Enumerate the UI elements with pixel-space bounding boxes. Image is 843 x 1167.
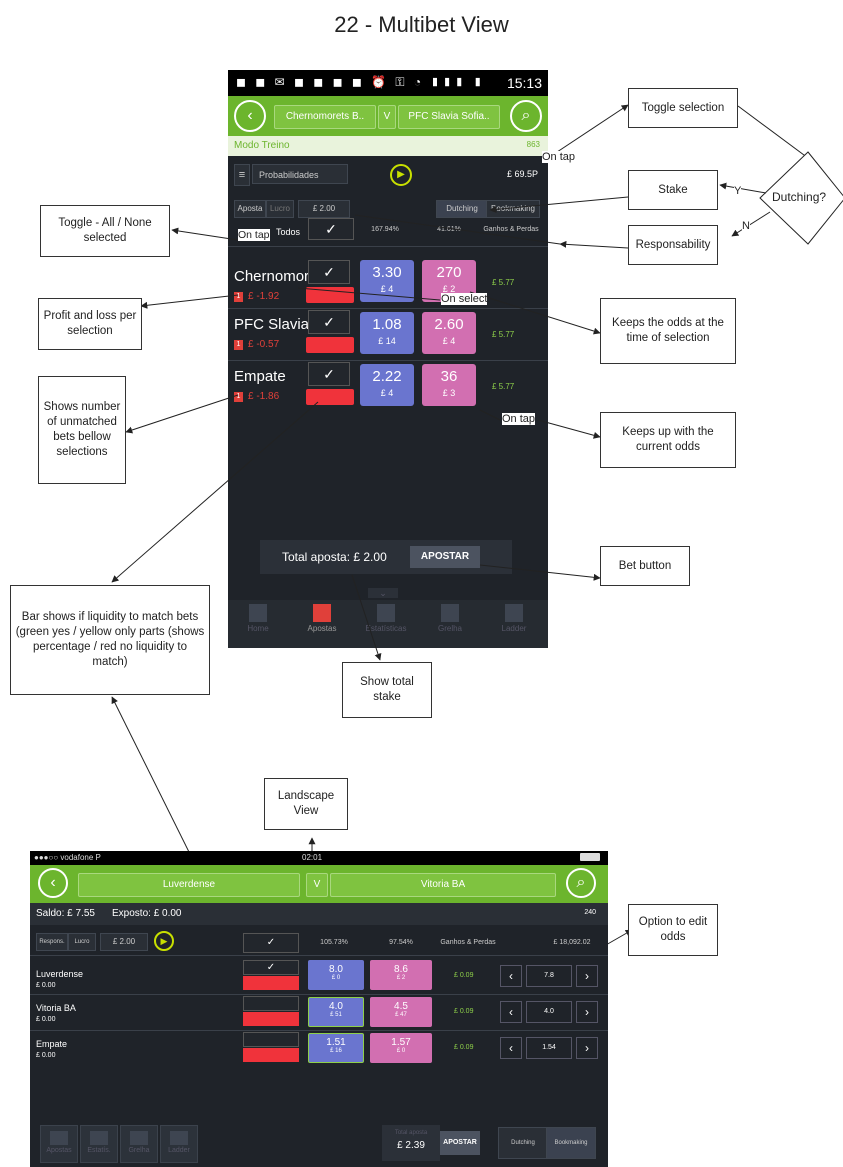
liquidity-bar bbox=[243, 1012, 299, 1026]
selection-checkbox[interactable] bbox=[243, 996, 299, 1011]
note-dutching-question: Dutching? bbox=[772, 190, 827, 204]
lay-percent: 97.54% bbox=[389, 939, 413, 946]
selection-checkbox[interactable] bbox=[243, 1032, 299, 1047]
note-landscape-view: Landscape View bbox=[264, 778, 348, 830]
note-unmatched-bets: Shows number of unmatched bets bellow se… bbox=[38, 376, 126, 484]
pl-header: Ganhos & Perdas bbox=[440, 939, 496, 946]
pl-value: £ 0.00 bbox=[36, 1016, 56, 1023]
tablet-time: 02:01 bbox=[302, 853, 323, 862]
note-on-tap-lay: On tap bbox=[502, 413, 536, 425]
note-bet-button: Bet button bbox=[600, 546, 690, 586]
selection-name: Vitoria BA bbox=[36, 1003, 76, 1013]
liquidity-bar bbox=[243, 976, 299, 990]
bet-button[interactable]: APOSTAR bbox=[440, 1131, 480, 1155]
note-edit-odds: Option to edit odds bbox=[628, 904, 718, 956]
increase-odds-icon[interactable]: › bbox=[576, 1001, 598, 1023]
nav-stats[interactable]: Estatís. bbox=[80, 1125, 118, 1163]
note-toggle-selection: Toggle selection bbox=[628, 88, 738, 128]
back-odds-button[interactable]: 8.0 £ 0 bbox=[308, 960, 364, 990]
timer-icon[interactable]: ▶ bbox=[154, 931, 174, 951]
nav-ladder[interactable]: Ladder bbox=[160, 1125, 198, 1163]
note-responsability: Responsability bbox=[628, 225, 718, 265]
decrease-odds-icon[interactable]: ‹ bbox=[500, 1037, 522, 1059]
tablet-total-box: Total aposta £ 2.39 bbox=[382, 1125, 440, 1161]
edit-odds-input[interactable]: 4.0 bbox=[526, 1001, 572, 1023]
nav-bets[interactable]: Apostas bbox=[40, 1125, 78, 1163]
decrease-odds-icon[interactable]: ‹ bbox=[500, 1001, 522, 1023]
saldo-label: Saldo: £ 7.55 bbox=[36, 908, 95, 919]
pl-value: £ 0.00 bbox=[36, 1052, 56, 1059]
back-odds-button[interactable]: 1.51 £ 16 bbox=[308, 1033, 364, 1063]
count-label: 240 bbox=[584, 909, 596, 916]
nav-grid[interactable]: Grelha bbox=[120, 1125, 158, 1163]
back-icon[interactable]: ‹ bbox=[38, 868, 68, 898]
note-total-stake: Show total stake bbox=[342, 662, 432, 718]
ladder-icon bbox=[170, 1131, 188, 1145]
total-label: Total aposta bbox=[394, 1130, 428, 1136]
note-on-tap-all: On tap bbox=[238, 229, 270, 241]
carrier-label: ●●●○○ vodafone P bbox=[34, 853, 101, 862]
note-n: N bbox=[742, 220, 750, 232]
tablet-match-header: ‹ Luverdense V Vitoria BA ⌕ bbox=[30, 865, 608, 903]
liquidity-bar bbox=[243, 1048, 299, 1062]
selection-name: Luverdense bbox=[36, 969, 84, 979]
note-y: Y bbox=[734, 185, 742, 197]
vs-label: V bbox=[306, 873, 328, 897]
lay-odds-button[interactable]: 8.6 £ 2 bbox=[370, 960, 432, 990]
note-profit-loss: Profit and loss per selection bbox=[38, 298, 142, 350]
balance-right: £ 18,092.02 bbox=[553, 939, 591, 946]
team-away-pill[interactable]: Vitoria BA bbox=[330, 873, 556, 897]
profit-value: £ 0.09 bbox=[454, 972, 474, 979]
edit-odds-input[interactable]: 7.8 bbox=[526, 965, 572, 987]
profit-value: £ 0.09 bbox=[454, 1044, 474, 1051]
selection-name: Empate bbox=[36, 1039, 68, 1049]
increase-odds-icon[interactable]: › bbox=[576, 965, 598, 987]
search-icon[interactable]: ⌕ bbox=[566, 868, 596, 898]
bookmaking-tab[interactable]: Bookmaking bbox=[546, 1127, 596, 1159]
lay-odds-button[interactable]: 4.5 £ 47 bbox=[370, 997, 432, 1027]
note-stake: Stake bbox=[628, 170, 718, 210]
landscape-screen: ●●●○○ vodafone P 02:01 ‹ Luverdense V Vi… bbox=[30, 851, 608, 1167]
profit-value: £ 0.09 bbox=[454, 1008, 474, 1015]
selection-checkbox[interactable]: ✓ bbox=[243, 960, 299, 975]
exposto-label: Exposto: £ 0.00 bbox=[112, 908, 182, 919]
team-home-pill[interactable]: Luverdense bbox=[78, 873, 300, 897]
note-keeps-current: Keeps up with the current odds bbox=[600, 412, 736, 468]
pl-value: £ 0.00 bbox=[36, 982, 56, 989]
note-liquidity-bar: Bar shows if liquidity to match bets (gr… bbox=[10, 585, 210, 695]
note-keeps-odds: Keeps the odds at the time of selection bbox=[600, 298, 736, 364]
back-odds-button[interactable]: 4.0 £ 51 bbox=[308, 997, 364, 1027]
tablet-balance-bar: Saldo: £ 7.55 Exposto: £ 0.00 240 bbox=[30, 903, 608, 925]
lucro-tab[interactable]: Lucro bbox=[68, 933, 96, 951]
stake-input[interactable]: £ 2.00 bbox=[100, 933, 148, 951]
dutching-tab[interactable]: Dutching bbox=[498, 1127, 548, 1159]
note-on-tap-top: On tap bbox=[542, 151, 576, 163]
stats-icon bbox=[90, 1131, 108, 1145]
increase-odds-icon[interactable]: › bbox=[576, 1037, 598, 1059]
note-toggle-all: Toggle - All / None selected bbox=[40, 205, 170, 257]
decrease-odds-icon[interactable]: ‹ bbox=[500, 965, 522, 987]
note-on-select: On select bbox=[441, 293, 488, 305]
grid-icon bbox=[130, 1131, 148, 1145]
select-all-checkbox[interactable]: ✓ bbox=[243, 933, 299, 953]
back-percent: 105.73% bbox=[320, 939, 348, 946]
total-value: £ 2.39 bbox=[397, 1140, 425, 1151]
lay-odds-button[interactable]: 1.57 £ 0 bbox=[370, 1033, 432, 1063]
edit-odds-input[interactable]: 1.54 bbox=[526, 1037, 572, 1059]
resp-tab[interactable]: Respons. bbox=[36, 933, 68, 951]
tablet-status-bar: ●●●○○ vodafone P 02:01 bbox=[30, 851, 608, 865]
bets-icon bbox=[50, 1131, 68, 1145]
battery-icon bbox=[580, 853, 600, 861]
